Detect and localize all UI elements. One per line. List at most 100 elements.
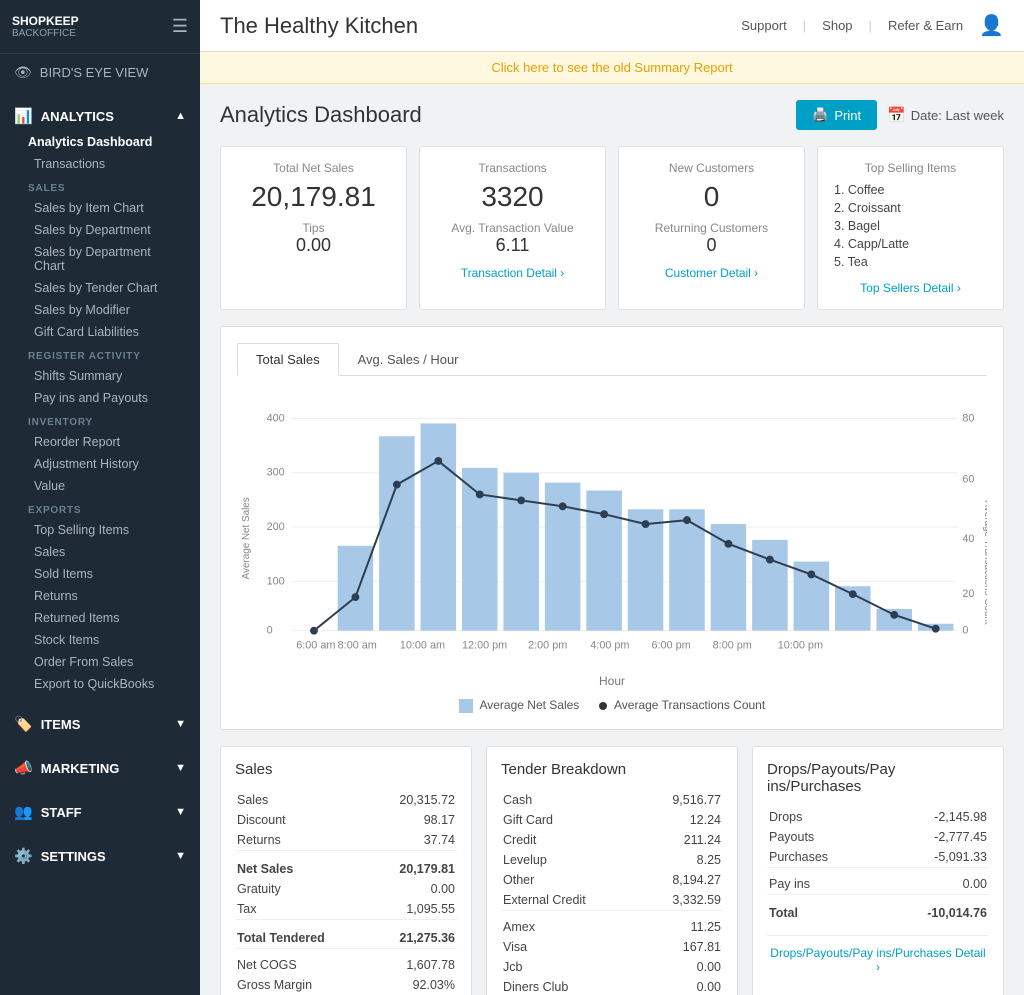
sep1: | [803, 18, 806, 33]
items-section-header[interactable]: 🏷️ ITEMS ▼ [14, 709, 186, 739]
sidebar-link-reorder[interactable]: Reorder Report [14, 431, 186, 453]
tab-avg-sales-hour[interactable]: Avg. Sales / Hour [339, 343, 478, 376]
customer-detail-link[interactable]: Customer Detail › [635, 266, 788, 280]
page-header-right: 🖨️ Print 📅 Date: Last week [796, 100, 1004, 130]
shop-link[interactable]: Shop [822, 18, 852, 33]
dot-10 [725, 540, 733, 548]
sidebar-link-sales-export[interactable]: Sales [14, 541, 186, 563]
stat-label-transactions: Transactions [436, 161, 589, 175]
top-item-2: 2. Croissant [834, 199, 987, 217]
table-row: Net COGS1,607.78 [235, 955, 457, 975]
sidebar-link-order-from-sales[interactable]: Order From Sales [14, 651, 186, 673]
chevron-down-icon4: ▼ [175, 850, 186, 862]
support-link[interactable]: Support [741, 18, 787, 33]
sidebar-link-shifts[interactable]: Shifts Summary [14, 365, 186, 387]
top-sellers-detail-link[interactable]: Top Sellers Detail › [834, 281, 987, 295]
top-item-4: 4. Capp/Latte [834, 235, 987, 253]
legend-line-icon [599, 702, 607, 710]
x-label-2pm: 2:00 pm [528, 639, 567, 651]
dot-5 [517, 496, 525, 504]
sidebar-link-quickbooks[interactable]: Export to QuickBooks [14, 673, 186, 695]
sidebar-item-birds-eye[interactable]: 👁 BIRD'S EYE VIEW [0, 54, 200, 91]
sidebar-link-sales-department[interactable]: Sales by Department [14, 219, 186, 241]
sidebar-section-analytics: 📊 ANALYTICS ▲ Analytics Dashboard Transa… [0, 91, 200, 699]
content-inner: Analytics Dashboard 🖨️ Print 📅 Date: Las… [200, 84, 1024, 995]
settings-section-header[interactable]: ⚙️ SETTINGS ▼ [14, 841, 186, 871]
print-button[interactable]: 🖨️ Print [796, 100, 877, 130]
chart-card: Total Sales Avg. Sales / Hour 400 300 20… [220, 326, 1004, 730]
table-row: External Credit3,332.59 [501, 890, 723, 911]
table-row-bold: Net Sales20,179.81 [235, 857, 457, 879]
staff-section-header[interactable]: 👥 STAFF ▼ [14, 797, 186, 827]
topbar: The Healthy Kitchen Support | Shop | Ref… [200, 0, 1024, 52]
stat-subvalue-avg: 6.11 [436, 235, 589, 256]
analytics-icon: 📊 [14, 107, 33, 125]
tab-total-sales[interactable]: Total Sales [237, 343, 339, 376]
sidebar-sub-exports: EXPORTS [14, 497, 186, 519]
staff-icon: 👥 [14, 803, 33, 821]
transaction-detail-link[interactable]: Transaction Detail › [436, 266, 589, 280]
staff-label: STAFF [41, 805, 82, 820]
drops-detail-link[interactable]: Drops/Payouts/Pay ins/Purchases Detail › [767, 935, 989, 974]
sidebar-link-sales-dept-chart[interactable]: Sales by Department Chart [14, 241, 186, 277]
dot-12 [807, 570, 815, 578]
legend-bar-item: Average Net Sales [459, 698, 580, 713]
sidebar-link-analytics-dashboard[interactable]: Analytics Dashboard [14, 131, 186, 153]
sales-table-title: Sales [235, 761, 457, 778]
marketing-section-header[interactable]: 📣 MARKETING ▼ [14, 753, 186, 783]
page-header: Analytics Dashboard 🖨️ Print 📅 Date: Las… [220, 100, 1004, 130]
table-row-bold: Total Tendered21,275.36 [235, 926, 457, 949]
sidebar-link-sold-items[interactable]: Sold Items [14, 563, 186, 585]
logo-text: SHOPKEEP [12, 14, 79, 28]
sidebar-link-returned-items[interactable]: Returned Items [14, 607, 186, 629]
sidebar-sub-inventory: INVENTORY [14, 409, 186, 431]
sidebar-link-sales-item-chart[interactable]: Sales by Item Chart [14, 197, 186, 219]
sidebar-link-sales-modifier[interactable]: Sales by Modifier [14, 299, 186, 321]
y-right-title: Average Transactions Count [982, 500, 987, 624]
table-row: Tax1,095.55 [235, 899, 457, 920]
banner[interactable]: Click here to see the old Summary Report [200, 52, 1024, 84]
sidebar-link-gift-card[interactable]: Gift Card Liabilities [14, 321, 186, 343]
print-label: Print [834, 108, 861, 123]
y-label-400: 400 [267, 412, 285, 424]
refer-earn-link[interactable]: Refer & Earn [888, 18, 963, 33]
sidebar-link-stock-items[interactable]: Stock Items [14, 629, 186, 651]
banner-link[interactable]: Click here to see the old Summary Report [491, 60, 732, 75]
sidebar-link-returns[interactable]: Returns [14, 585, 186, 607]
stat-card-transactions: Transactions 3320 Avg. Transaction Value… [419, 146, 606, 310]
y-right-40: 40 [962, 533, 974, 545]
chart-svg: 400 300 200 100 0 80 60 40 20 0 [237, 390, 987, 670]
analytics-section-header[interactable]: 📊 ANALYTICS ▲ [14, 101, 186, 131]
dot-6 [559, 502, 567, 510]
sidebar-link-adjustment[interactable]: Adjustment History [14, 453, 186, 475]
x-label-8pm: 8:00 pm [713, 639, 752, 651]
items-icon: 🏷️ [14, 715, 33, 733]
y-label-0: 0 [267, 625, 273, 637]
sidebar-link-sales-tender-chart[interactable]: Sales by Tender Chart [14, 277, 186, 299]
chevron-down-icon3: ▼ [175, 806, 186, 818]
stat-sublabel-avg: Avg. Transaction Value [436, 221, 589, 235]
sidebar-link-value[interactable]: Value [14, 475, 186, 497]
sidebar-section-items: 🏷️ ITEMS ▼ [0, 699, 200, 743]
sep2: | [869, 18, 872, 33]
table-row: Drops-2,145.98 [767, 807, 989, 827]
printer-icon: 🖨️ [812, 107, 828, 123]
y-label-100: 100 [267, 575, 285, 587]
dot-1 [351, 593, 359, 601]
user-icon[interactable]: 👤 [979, 13, 1004, 38]
sidebar-section-marketing: 📣 MARKETING ▼ [0, 743, 200, 787]
sidebar-link-payins[interactable]: Pay ins and Payouts [14, 387, 186, 409]
sidebar-link-top-selling[interactable]: Top Selling Items [14, 519, 186, 541]
y-right-0-2: 0 [962, 625, 968, 637]
dot-3 [434, 457, 442, 465]
hamburger-icon[interactable]: ☰ [172, 16, 188, 37]
x-label-8am: 8:00 am [338, 639, 377, 651]
sidebar-link-transactions[interactable]: Transactions [14, 153, 186, 175]
sales-table-card: Sales Sales20,315.72 Discount98.17 Retur… [220, 746, 472, 995]
x-label-10pm: 10:00 pm [778, 639, 823, 651]
x-label-6am: 6:00 am [296, 639, 335, 651]
dot-0 [310, 627, 318, 635]
table-row: Pay ins0.00 [767, 874, 989, 895]
dot-11 [766, 556, 774, 564]
stats-row: Total Net Sales 20,179.81 Tips 0.00 Tran… [220, 146, 1004, 310]
